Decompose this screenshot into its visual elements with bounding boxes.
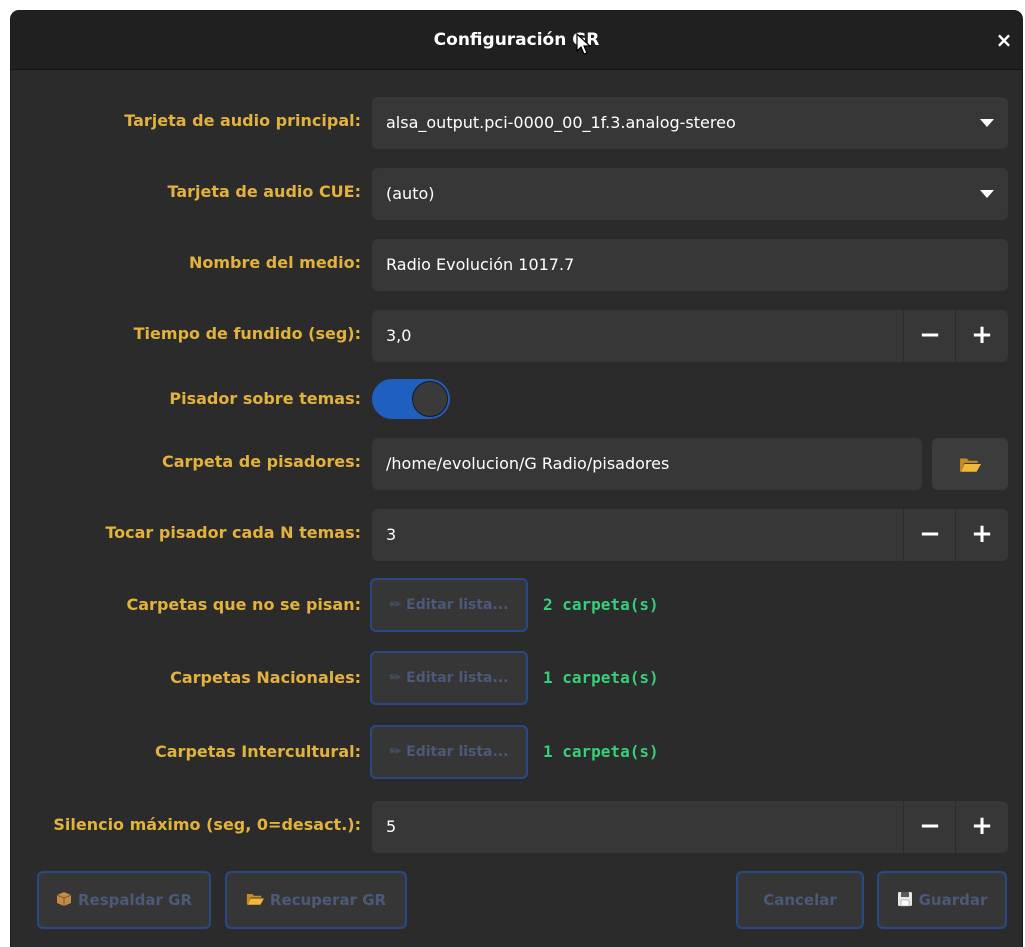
stepper-every-n-label: Tocar pisador cada N temas: <box>105 523 361 542</box>
main-audio-label: Tarjeta de audio principal: <box>124 111 361 130</box>
restore-label: Recuperar GR <box>269 891 387 909</box>
max-silence-increment-button[interactable]: + <box>955 801 1008 853</box>
close-button[interactable]: × <box>992 28 1016 52</box>
fade-time-spinner[interactable]: 3,0 − + <box>372 310 1008 362</box>
stepper-folder-value: /home/evolucion/G Radio/pisadores <box>386 454 670 473</box>
cancel-label: Cancelar <box>763 891 837 909</box>
media-name-input[interactable]: Radio Evolución 1017.7 <box>372 239 1008 291</box>
stepper-on-tracks-switch[interactable] <box>372 379 450 419</box>
max-silence-decrement-button[interactable]: − <box>903 801 956 853</box>
cue-audio-value: (auto) <box>386 184 435 203</box>
stepper-folder-label: Carpeta de pisadores: <box>162 452 361 471</box>
edit-intercultural-folders-button[interactable]: ✏ Editar lista... <box>370 725 528 779</box>
stepper-on-tracks-label: Pisador sobre temas: <box>169 389 361 408</box>
dialog-title: Configuración GR <box>433 30 600 50</box>
max-silence-spinner[interactable]: 5 − + <box>372 801 1008 853</box>
floppy-disk-icon <box>897 891 912 906</box>
backup-button[interactable]: Respaldar GR <box>37 871 211 929</box>
stepper-every-n-value: 3 <box>386 525 397 544</box>
open-folder-icon <box>960 458 981 472</box>
package-icon <box>56 891 72 906</box>
fade-time-value: 3,0 <box>386 326 412 345</box>
national-folders-count: 1 carpeta(s) <box>543 668 659 687</box>
cue-audio-label: Tarjeta de audio CUE: <box>167 182 361 201</box>
dropdown-arrow-icon <box>980 190 994 198</box>
edit-national-folders-button[interactable]: ✏ Editar lista... <box>370 651 528 705</box>
fade-time-decrement-button[interactable]: − <box>903 310 956 362</box>
mouse-cursor-icon <box>576 33 592 55</box>
restore-button[interactable]: Recuperar GR <box>225 871 407 929</box>
stepper-every-n-spinner[interactable]: 3 − + <box>372 509 1008 561</box>
open-folder-icon <box>246 894 264 905</box>
save-label: Guardar <box>918 891 988 909</box>
dropdown-arrow-icon <box>980 119 994 127</box>
cancel-button[interactable]: Cancelar <box>736 871 864 929</box>
stepper-every-n-decrement-button[interactable]: − <box>903 509 956 561</box>
no-step-folders-count: 2 carpeta(s) <box>543 595 659 614</box>
intercultural-folders-label: Carpetas Intercultural: <box>155 742 361 761</box>
media-name-label: Nombre del medio: <box>188 253 361 272</box>
browse-folder-button[interactable] <box>932 438 1008 490</box>
max-silence-value: 5 <box>386 817 397 836</box>
max-silence-label: Silencio máximo (seg, 0=desact.): <box>53 815 361 834</box>
stepper-folder-input[interactable]: /home/evolucion/G Radio/pisadores <box>372 438 922 490</box>
edit-no-step-folders-button[interactable]: ✏ Editar lista... <box>370 578 528 632</box>
settings-dialog: Configuración GR × Tarjeta de audio prin… <box>11 11 1022 947</box>
media-name-value: Radio Evolución 1017.7 <box>386 255 575 274</box>
fade-time-increment-button[interactable]: + <box>955 310 1008 362</box>
switch-knob <box>412 381 448 417</box>
save-button[interactable]: Guardar <box>877 871 1007 929</box>
cue-audio-select[interactable]: (auto) <box>372 168 1008 220</box>
main-audio-value: alsa_output.pci-0000_00_1f.3.analog-ster… <box>386 113 736 132</box>
stepper-every-n-increment-button[interactable]: + <box>955 509 1008 561</box>
backup-label: Respaldar GR <box>78 891 192 909</box>
national-folders-label: Carpetas Nacionales: <box>170 668 361 687</box>
no-step-folders-label: Carpetas que no se pisan: <box>126 595 361 614</box>
main-audio-select[interactable]: alsa_output.pci-0000_00_1f.3.analog-ster… <box>372 97 1008 149</box>
fade-time-label: Tiempo de fundido (seg): <box>133 324 361 343</box>
title-bar: Configuración GR × <box>11 11 1022 70</box>
intercultural-folders-count: 1 carpeta(s) <box>543 742 659 761</box>
